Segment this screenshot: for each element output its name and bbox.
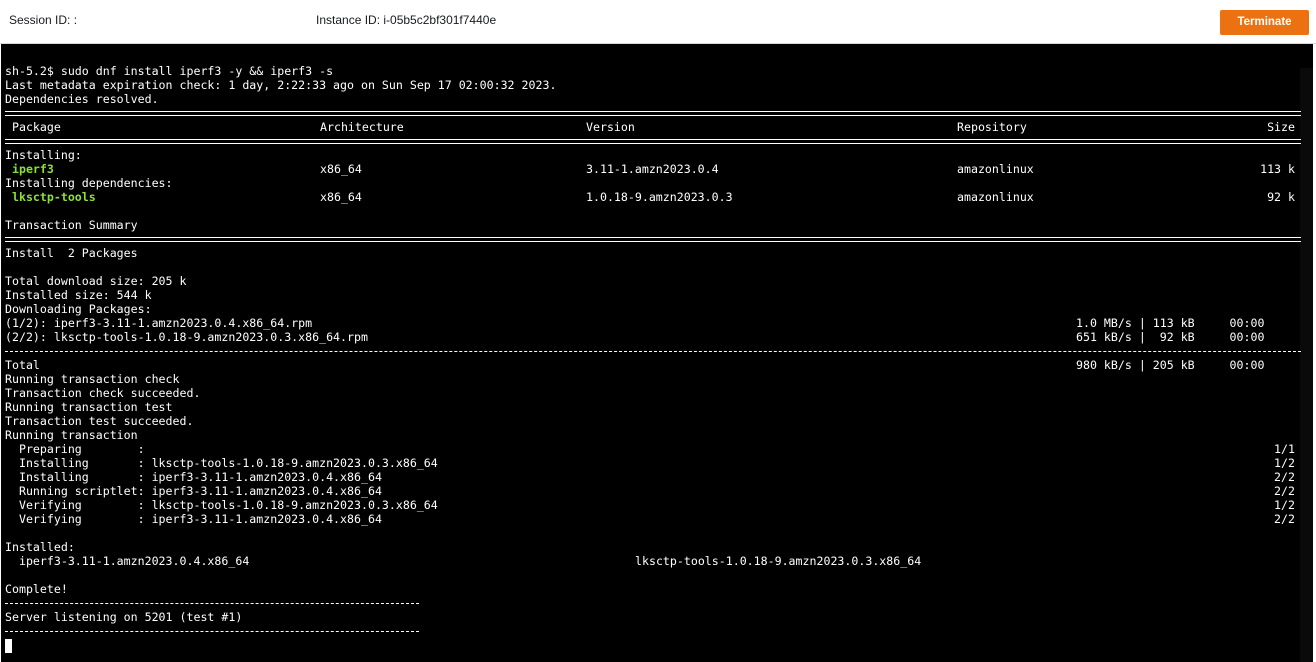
- download-rate: 1.0 MB/s | 113 kB 00:00: [1076, 316, 1265, 330]
- column-header-size: Size: [1267, 120, 1295, 134]
- installed-package: iperf3-3.11-1.amzn2023.0.4.x86_64: [5, 554, 250, 568]
- installed-size: Installed size: 544 k: [5, 288, 152, 302]
- download-line: (2/2): lksctp-tools-1.0.18-9.amzn2023.0.…: [5, 330, 368, 344]
- separator-double: [5, 237, 1301, 242]
- step-count: 2/2: [1274, 512, 1295, 526]
- transaction-line: Running transaction: [5, 428, 138, 442]
- download-line: (1/2): iperf3-3.11-1.amzn2023.0.4.x86_64…: [5, 316, 313, 330]
- package-repo: amazonlinux: [957, 162, 1034, 176]
- step-count: 2/2: [1274, 470, 1295, 484]
- downloading-label: Downloading Packages:: [5, 302, 152, 316]
- installing-label: Installing:: [5, 148, 82, 162]
- step-line: Installing : lksctp-tools-1.0.18-9.amzn2…: [5, 456, 438, 470]
- transaction-line: Running transaction check: [5, 372, 180, 386]
- transaction-line: Transaction test succeeded.: [5, 414, 194, 428]
- separator-dashed: [5, 603, 419, 604]
- terminal-window[interactable]: sh-5.2$ sudo dnf install iperf3 -y && ip…: [1, 44, 1313, 662]
- download-rate: 651 kB/s | 92 kB 00:00: [1076, 330, 1265, 344]
- terminal-scrollbar[interactable]: [1300, 68, 1313, 662]
- column-header-architecture: Architecture: [320, 120, 404, 134]
- transaction-summary-label: Transaction Summary: [5, 218, 138, 232]
- step-line: Verifying : lksctp-tools-1.0.18-9.amzn20…: [5, 498, 438, 512]
- package-version: 3.11-1.amzn2023.0.4: [586, 162, 719, 176]
- total-label: Total: [5, 358, 40, 372]
- transaction-line: Running transaction test: [5, 400, 173, 414]
- installed-label: Installed:: [5, 540, 75, 554]
- step-line: Installing : iperf3-3.11-1.amzn2023.0.4.…: [5, 470, 382, 484]
- step-line: Verifying : iperf3-3.11-1.amzn2023.0.4.x…: [5, 512, 382, 526]
- terminal-line-metadata: Last metadata expiration check: 1 day, 2…: [5, 78, 557, 92]
- server-listening-message: Server listening on 5201 (test #1): [5, 610, 243, 624]
- step-count: 1/1: [1274, 442, 1295, 456]
- step-count: 2/2: [1274, 484, 1295, 498]
- complete-message: Complete!: [5, 582, 68, 596]
- separator-double: [5, 111, 1301, 116]
- installing-deps-label: Installing dependencies:: [5, 176, 173, 190]
- terminal-line-command: sh-5.2$ sudo dnf install iperf3 -y && ip…: [5, 64, 334, 78]
- installed-package: lksctp-tools-1.0.18-9.amzn2023.0.3.x86_6…: [635, 554, 922, 568]
- transaction-line: Transaction check succeeded.: [5, 386, 201, 400]
- step-count: 1/2: [1274, 456, 1295, 470]
- package-arch: x86_64: [320, 190, 362, 204]
- install-count: Install 2 Packages: [5, 246, 138, 260]
- total-rate: 980 kB/s | 205 kB 00:00: [1076, 358, 1265, 372]
- package-size: 113 k: [1260, 162, 1295, 176]
- instance-id-label: Instance ID: i-05b5c2bf301f7440e: [316, 13, 497, 27]
- session-header: Session ID: : Instance ID: i-05b5c2bf301…: [0, 0, 1316, 44]
- separator-dashed: [5, 631, 419, 632]
- terminal-cursor: [5, 639, 12, 653]
- column-header-package: Package: [5, 120, 61, 134]
- column-header-version: Version: [586, 120, 635, 134]
- step-line: Running scriptlet: iperf3-3.11-1.amzn202…: [5, 484, 382, 498]
- package-size: 92 k: [1267, 190, 1295, 204]
- column-header-repository: Repository: [957, 120, 1027, 134]
- total-download-size: Total download size: 205 k: [5, 274, 187, 288]
- terminal-line-deps-resolved: Dependencies resolved.: [5, 92, 159, 106]
- package-name: iperf3: [5, 162, 54, 176]
- session-id-label: Session ID: :: [9, 13, 78, 27]
- step-count: 1/2: [1274, 498, 1295, 512]
- step-line: Preparing :: [5, 442, 145, 456]
- package-version: 1.0.18-9.amzn2023.0.3: [586, 190, 733, 204]
- package-arch: x86_64: [320, 162, 362, 176]
- terminate-button[interactable]: Terminate: [1220, 10, 1309, 35]
- separator-dashed: [5, 351, 1301, 352]
- package-name: lksctp-tools: [5, 190, 96, 204]
- separator-double: [5, 139, 1301, 144]
- package-repo: amazonlinux: [957, 190, 1034, 204]
